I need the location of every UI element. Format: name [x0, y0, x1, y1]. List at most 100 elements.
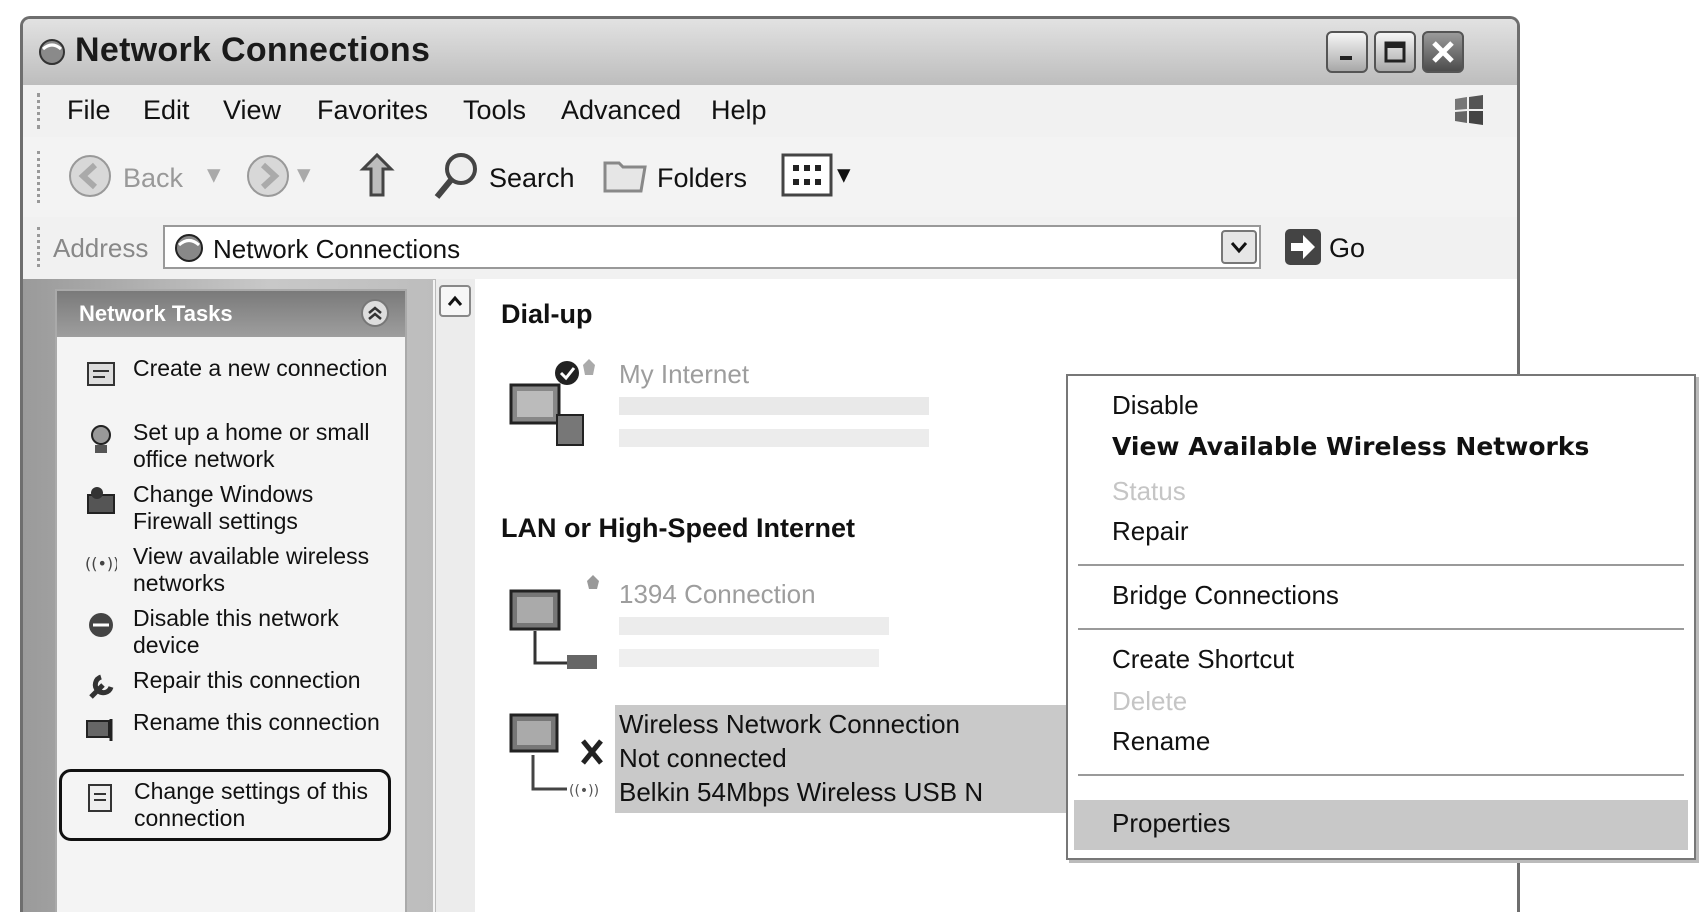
address-dropdown-button[interactable]: [1221, 230, 1257, 264]
menu-help[interactable]: Help: [711, 95, 767, 126]
menu-item-repair[interactable]: Repair: [1112, 516, 1189, 547]
menu-edit[interactable]: Edit: [143, 95, 190, 126]
address-value: Network Connections: [213, 234, 461, 264]
connection-wireless[interactable]: ((•)) Wireless Network Connection Not co…: [507, 705, 1147, 815]
menu-file[interactable]: File: [67, 95, 111, 126]
task-setup-home-network[interactable]: Set up a home or small office network: [75, 419, 395, 479]
forward-arrow-icon: [247, 155, 289, 197]
menu-tools[interactable]: Tools: [463, 95, 526, 126]
task-repair-connection[interactable]: Repair this connection: [75, 667, 395, 703]
home-network-icon: [91, 425, 111, 453]
network-tasks-panel: Network Tasks Create a new connection Se…: [55, 289, 407, 912]
menu-separator: [1078, 774, 1684, 776]
settings-document-icon: [88, 784, 112, 812]
toolbar: Back ▾ ▾ Search Folders ▾: [23, 137, 1517, 218]
connection-status: Not connected: [619, 743, 787, 773]
back-label: Back: [123, 163, 184, 193]
minimize-icon: [1340, 56, 1352, 60]
search-button[interactable]: Search: [433, 151, 583, 203]
menu-bar: File Edit View Favorites Tools Advanced …: [23, 85, 1517, 138]
go-arrow-icon[interactable]: [1283, 227, 1323, 267]
task-label: Create a new connection: [133, 355, 388, 381]
views-dropdown-icon[interactable]: ▾: [837, 159, 851, 190]
rename-icon: [86, 719, 113, 741]
folders-label: Folders: [657, 163, 748, 193]
svg-text:((•)): ((•)): [85, 554, 117, 573]
task-label: Change settings of this connection: [134, 778, 368, 831]
toolbar-grip[interactable]: [37, 151, 44, 203]
svg-text:((•)): ((•)): [569, 783, 599, 799]
group-header-dialup: Dial-up: [501, 299, 593, 329]
task-disable-device[interactable]: Disable this network device: [75, 605, 395, 665]
minimize-button[interactable]: [1326, 31, 1368, 73]
scroll-up-button[interactable]: [439, 285, 471, 317]
views-grid-icon: [781, 153, 833, 197]
task-change-firewall[interactable]: Change Windows Firewall settings: [75, 481, 395, 541]
views-button[interactable]: ▾: [781, 153, 861, 201]
title-bar[interactable]: Network Connections: [23, 19, 1517, 86]
sidebar: Network Tasks Create a new connection Se…: [23, 279, 433, 912]
go-label[interactable]: Go: [1329, 233, 1365, 264]
task-label: View available wireless networks: [133, 543, 370, 596]
group-header-lan: LAN or High-Speed Internet: [501, 513, 856, 543]
firewall-icon: [87, 487, 115, 514]
back-dropdown-icon[interactable]: ▾: [207, 159, 221, 190]
connection-name: My Internet: [619, 359, 750, 389]
task-rename-connection[interactable]: Rename this connection: [75, 709, 395, 769]
chevron-up-icon: [447, 295, 463, 306]
connection-status-faded: [619, 617, 889, 635]
menu-item-delete: Delete: [1112, 686, 1188, 716]
connection-my-internet[interactable]: My Internet: [507, 355, 947, 465]
repair-icon: [89, 674, 114, 699]
back-button[interactable]: Back ▾: [67, 153, 237, 201]
task-label: Repair this connection: [133, 667, 361, 693]
menu-separator: [1078, 564, 1684, 566]
connection-1394[interactable]: 1394 Connection: [507, 575, 947, 685]
task-label: Set up a home or small office network: [133, 419, 370, 472]
collapse-button[interactable]: [361, 299, 389, 327]
close-icon: [1432, 41, 1454, 63]
chevron-down-icon: [1230, 242, 1248, 254]
addressbar-grip[interactable]: [37, 227, 44, 267]
menu-item-properties[interactable]: Properties: [1112, 808, 1231, 839]
network-tasks-header[interactable]: Network Tasks: [57, 291, 405, 337]
windows-logo-icon: [1455, 95, 1483, 125]
maximize-button[interactable]: [1374, 31, 1416, 73]
menu-item-bridge[interactable]: Bridge Connections: [1112, 580, 1339, 611]
task-view-wireless[interactable]: ((•)) View available wireless networks: [75, 543, 395, 603]
task-create-new-connection[interactable]: Create a new connection: [75, 355, 395, 415]
connection-name: Wireless Network Connection: [619, 709, 961, 739]
address-input[interactable]: Network Connections: [163, 225, 1261, 269]
new-connection-icon: [87, 362, 115, 386]
search-label: Search: [489, 163, 575, 193]
lan-connection-icon: [509, 575, 599, 669]
task-label: Rename this connection: [133, 709, 380, 735]
network-connections-small-icon: [175, 234, 203, 262]
menu-view[interactable]: View: [223, 95, 281, 126]
menu-separator: [1078, 628, 1684, 630]
menu-item-disable[interactable]: Disable: [1112, 390, 1199, 421]
wireless-connection-icon: ((•)): [509, 713, 603, 799]
network-tasks-title: Network Tasks: [79, 301, 233, 326]
menubar-grip[interactable]: [37, 93, 44, 129]
folders-icon: [603, 161, 647, 193]
forward-button[interactable]: ▾: [245, 153, 315, 201]
dialup-connection-icon: [509, 359, 595, 446]
forward-dropdown-icon[interactable]: ▾: [297, 159, 311, 190]
menu-advanced[interactable]: Advanced: [561, 95, 681, 126]
up-folder-icon[interactable]: [355, 151, 399, 201]
vertical-scrollbar[interactable]: [435, 279, 477, 912]
address-bar: Address Network Connections Go: [23, 217, 1517, 280]
close-button[interactable]: [1422, 31, 1464, 73]
task-change-settings[interactable]: Change settings of this connection: [59, 769, 391, 841]
folders-button[interactable]: Folders: [601, 151, 761, 203]
connection-status-faded: [619, 397, 929, 415]
back-arrow-icon: [69, 155, 111, 197]
wireless-icon: ((•)): [85, 554, 117, 573]
disable-device-icon: [89, 613, 113, 637]
menu-item-create-shortcut[interactable]: Create Shortcut: [1112, 644, 1294, 675]
menu-item-view-wireless[interactable]: View Available Wireless Networks: [1112, 432, 1589, 461]
menu-item-rename[interactable]: Rename: [1112, 726, 1210, 757]
menu-favorites[interactable]: Favorites: [317, 95, 428, 126]
maximize-icon: [1384, 41, 1406, 63]
